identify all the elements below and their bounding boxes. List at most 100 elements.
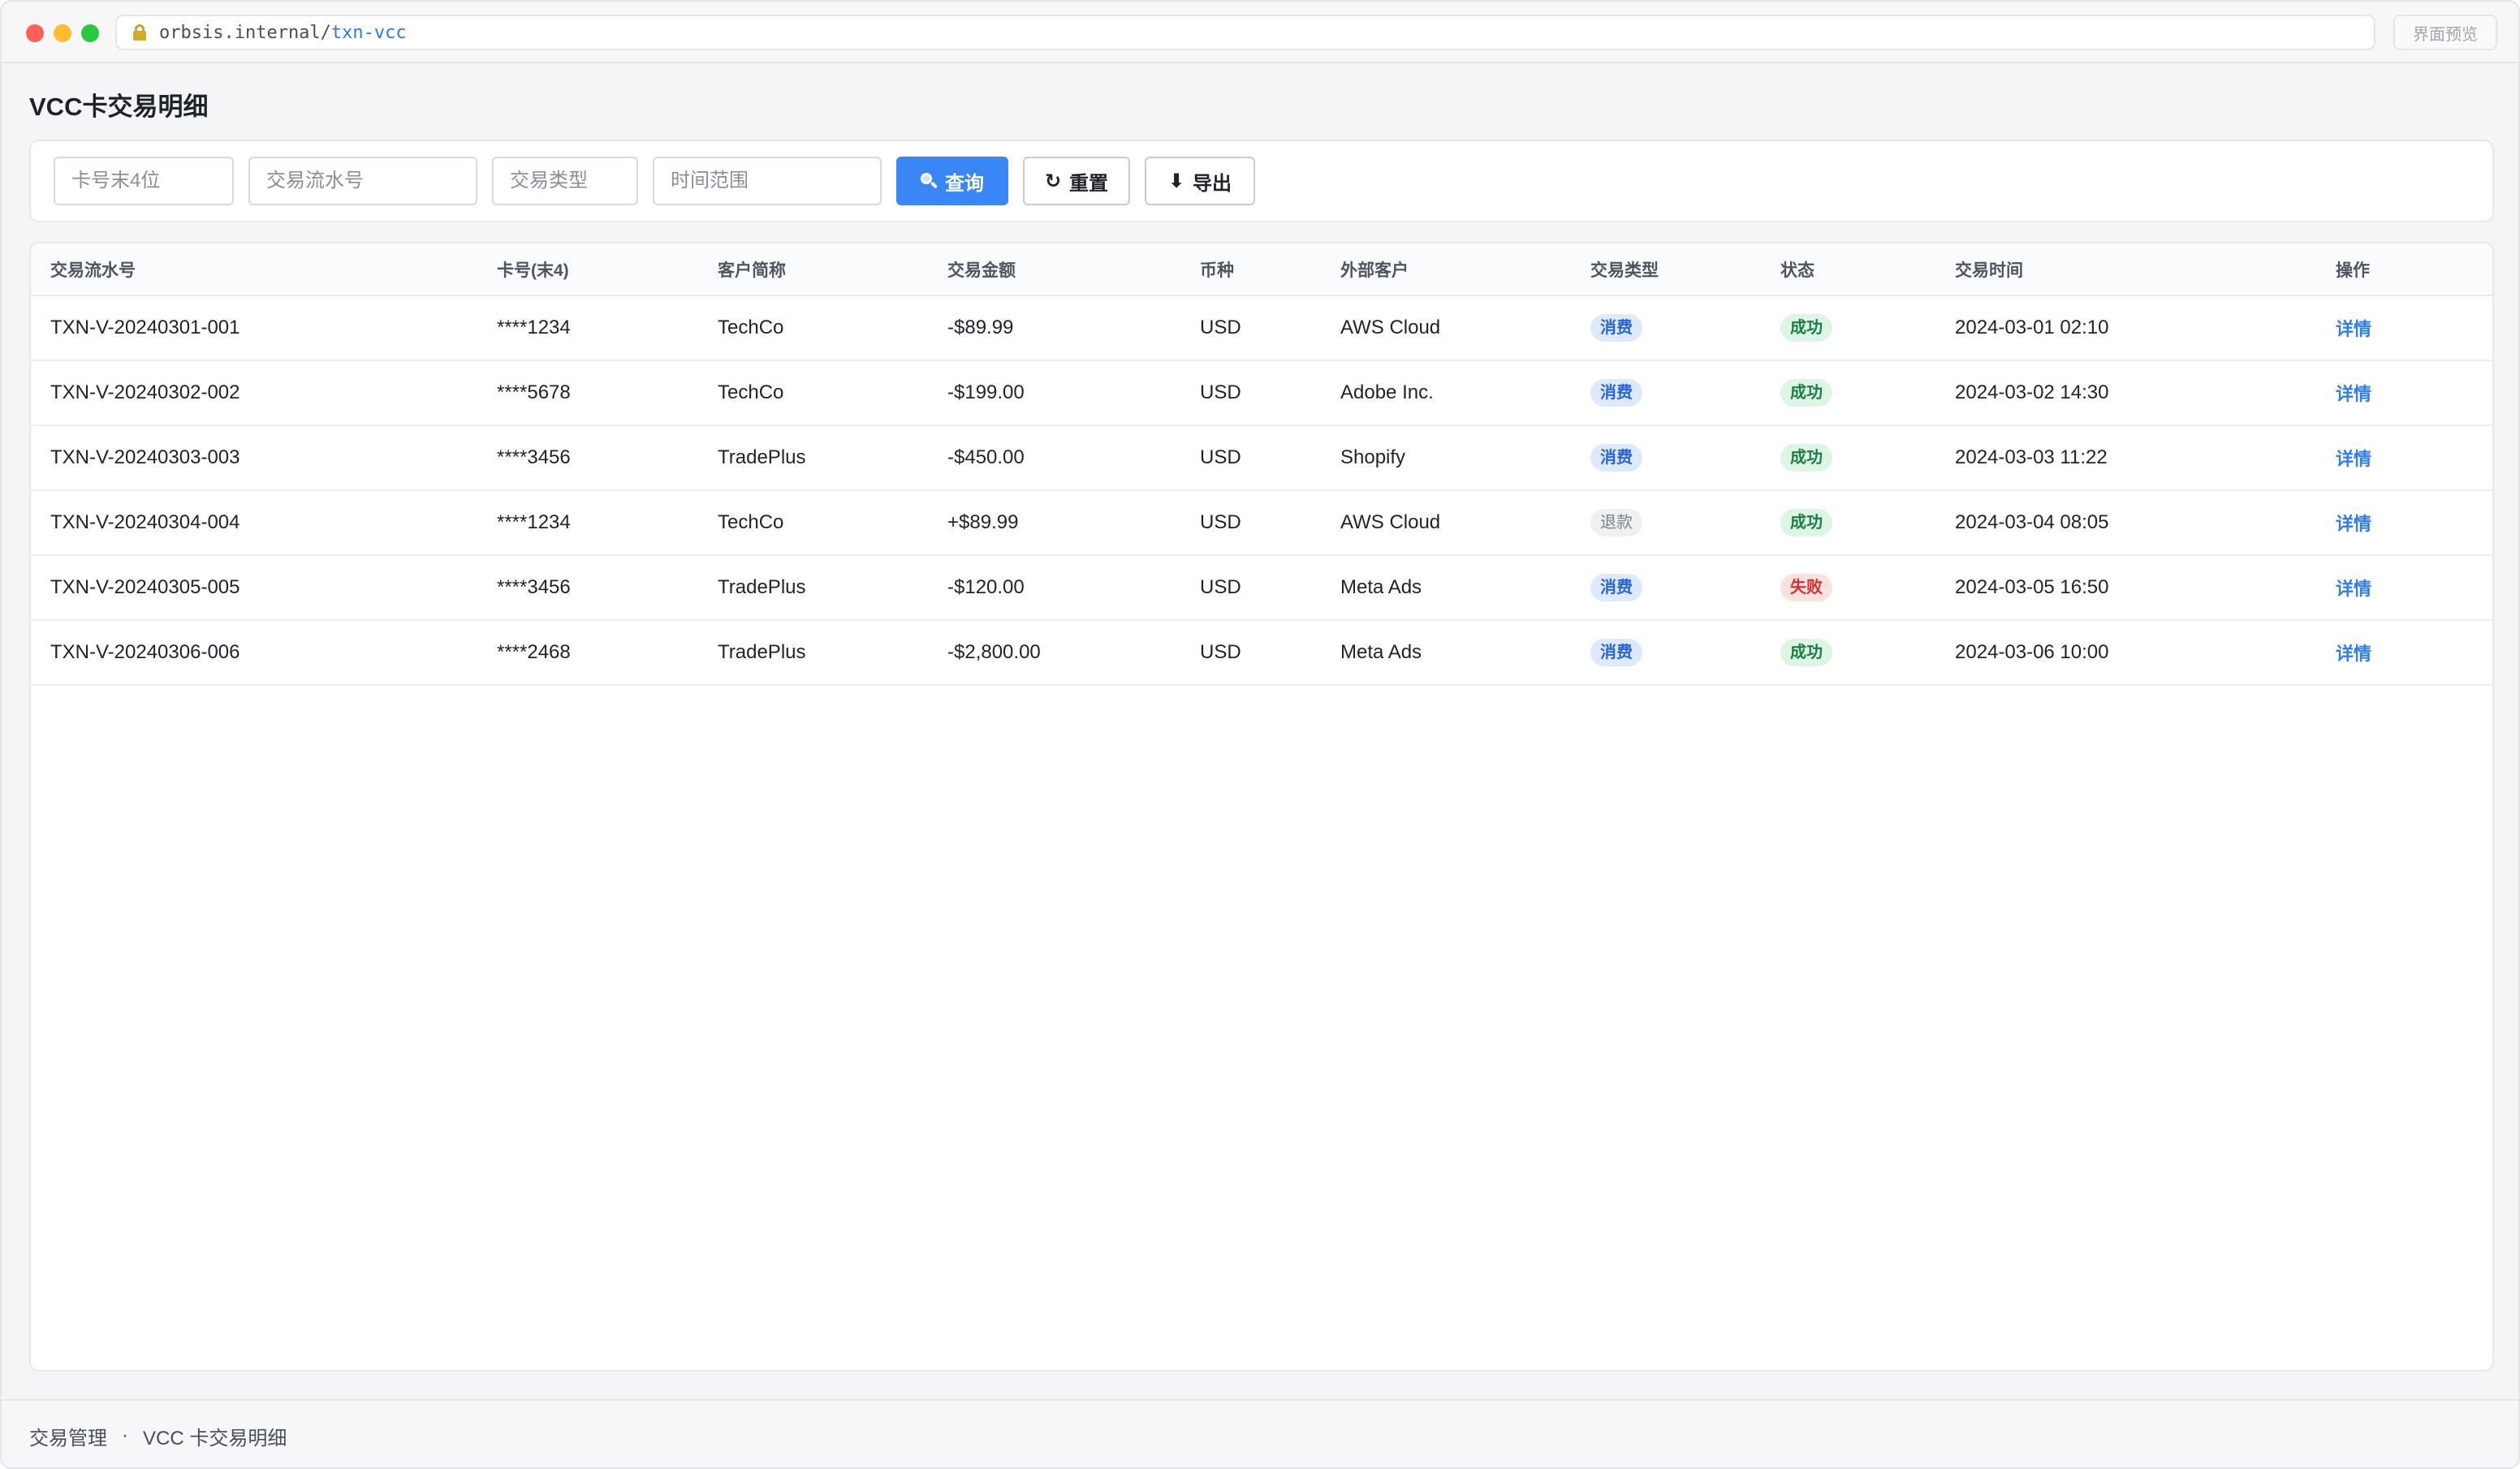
search-button-label: 查询: [945, 172, 984, 195]
cell-status: 成功: [1761, 490, 1935, 556]
cell-action: 详情: [2316, 620, 2492, 686]
refresh-icon: ↻: [1044, 170, 1062, 192]
cell-amount: -$450.00: [928, 425, 1180, 491]
col-header-external[interactable]: 外部客户: [1321, 243, 1571, 296]
col-header-txn-no[interactable]: 交易流水号: [31, 243, 477, 296]
detail-link[interactable]: 详情: [2336, 319, 2371, 339]
cell-card: ****1234: [477, 295, 698, 361]
cell-external: AWS Cloud: [1321, 490, 1571, 556]
cell-customer: TechCo: [698, 295, 928, 361]
minimize-window-button[interactable]: [54, 24, 71, 42]
cell-currency: USD: [1180, 425, 1321, 491]
cell-card: ****5678: [477, 360, 698, 426]
type-badge: 消费: [1590, 379, 1642, 407]
transactions-table-card: 交易流水号 卡号(末4) 客户简称 交易金额 币种 外部客户 交易类型 状态 交…: [29, 242, 2494, 1372]
cell-amount: -$199.00: [928, 360, 1180, 426]
time-range-picker[interactable]: [653, 157, 882, 205]
cell-type: 退款: [1571, 490, 1761, 556]
cell-txn-no: TXN-V-20240305-005: [31, 555, 477, 621]
cell-card: ****1234: [477, 490, 698, 556]
col-header-customer[interactable]: 客户简称: [698, 243, 928, 296]
reset-button[interactable]: ↻ 重置: [1023, 157, 1130, 205]
table-row[interactable]: TXN-V-20240302-002 ****5678 TechCo -$199…: [31, 360, 2492, 426]
status-badge: 成功: [1780, 509, 1832, 536]
transactions-table: 交易流水号 卡号(末4) 客户简称 交易金额 币种 外部客户 交易类型 状态 交…: [31, 243, 2492, 686]
cell-time: 2024-03-03 11:22: [1935, 425, 2316, 491]
table-row[interactable]: TXN-V-20240303-003 ****3456 TradePlus -$…: [31, 425, 2492, 491]
detail-link[interactable]: 详情: [2336, 384, 2371, 404]
page-title: VCC卡交易明细: [29, 93, 209, 121]
cell-external: Adobe Inc.: [1321, 360, 1571, 426]
status-badge: 成功: [1780, 314, 1832, 342]
cell-amount: -$89.99: [928, 295, 1180, 361]
search-button[interactable]: 查询: [896, 157, 1008, 205]
col-header-amount[interactable]: 交易金额: [928, 243, 1180, 296]
cell-customer: TradePlus: [698, 555, 928, 621]
table-row[interactable]: TXN-V-20240306-006 ****2468 TradePlus -$…: [31, 620, 2492, 686]
cell-status: 失败: [1761, 555, 1935, 621]
cell-type: 消费: [1571, 620, 1761, 686]
detail-link[interactable]: 详情: [2336, 449, 2371, 469]
cell-currency: USD: [1180, 295, 1321, 361]
type-badge: 消费: [1590, 639, 1642, 666]
breadcrumb: 交易管理 · VCC 卡交易明细: [2, 1399, 2518, 1467]
filter-bar: 查询 ↻ 重置 ⬇ 导出: [29, 140, 2494, 222]
cell-time: 2024-03-04 08:05: [1935, 490, 2316, 556]
cell-txn-no: TXN-V-20240302-002: [31, 360, 477, 426]
breadcrumb-current: VCC 卡交易明细: [143, 1427, 287, 1450]
col-header-time[interactable]: 交易时间: [1935, 243, 2316, 296]
download-icon: ⬇: [1167, 170, 1185, 192]
detail-link[interactable]: 详情: [2336, 579, 2371, 599]
cell-action: 详情: [2316, 555, 2492, 621]
col-header-action: 操作: [2316, 243, 2492, 296]
table-row[interactable]: TXN-V-20240305-005 ****3456 TradePlus -$…: [31, 555, 2492, 621]
cell-status: 成功: [1761, 360, 1935, 426]
cell-action: 详情: [2316, 360, 2492, 426]
cell-type: 消费: [1571, 555, 1761, 621]
table-row[interactable]: TXN-V-20240304-004 ****1234 TechCo +$89.…: [31, 490, 2492, 556]
cell-amount: -$2,800.00: [928, 620, 1180, 686]
cell-card: ****3456: [477, 425, 698, 491]
cell-txn-no: TXN-V-20240303-003: [31, 425, 477, 491]
cell-currency: USD: [1180, 360, 1321, 426]
export-button[interactable]: ⬇ 导出: [1145, 157, 1255, 205]
browser-window: orbsis.internal/txn-vcc 界面预览 VCC卡交易明细 查询…: [0, 0, 2520, 1469]
detail-link[interactable]: 详情: [2336, 644, 2371, 664]
cell-action: 详情: [2316, 295, 2492, 361]
table-row[interactable]: TXN-V-20240301-001 ****1234 TechCo -$89.…: [31, 295, 2492, 361]
reset-button-label: 重置: [1069, 172, 1109, 195]
col-header-currency[interactable]: 币种: [1180, 243, 1321, 296]
txn-type-select[interactable]: [492, 157, 638, 205]
url-path: txn-vcc: [330, 22, 407, 43]
col-header-type[interactable]: 交易类型: [1571, 243, 1761, 296]
cell-type: 消费: [1571, 295, 1761, 361]
address-bar[interactable]: orbsis.internal/txn-vcc: [115, 15, 2375, 50]
cell-amount: +$89.99: [928, 490, 1180, 556]
txn-no-input[interactable]: [248, 157, 477, 205]
breadcrumb-parent[interactable]: 交易管理: [29, 1422, 107, 1450]
cell-external: Shopify: [1321, 425, 1571, 491]
table-body: TXN-V-20240301-001 ****1234 TechCo -$89.…: [31, 295, 2492, 686]
cell-time: 2024-03-02 14:30: [1935, 360, 2316, 426]
cell-time: 2024-03-05 16:50: [1935, 555, 2316, 621]
col-header-card[interactable]: 卡号(末4): [477, 243, 698, 296]
cell-card: ****2468: [477, 620, 698, 686]
cell-currency: USD: [1180, 555, 1321, 621]
cell-action: 详情: [2316, 490, 2492, 556]
cell-time: 2024-03-01 02:10: [1935, 295, 2316, 361]
col-header-status[interactable]: 状态: [1761, 243, 1935, 296]
status-badge: 成功: [1780, 639, 1832, 666]
maximize-window-button[interactable]: [81, 24, 99, 42]
preview-button[interactable]: 界面预览: [2393, 15, 2497, 50]
cell-txn-no: TXN-V-20240301-001: [31, 295, 477, 361]
status-badge: 成功: [1780, 379, 1832, 407]
detail-link[interactable]: 详情: [2336, 514, 2371, 534]
cell-customer: TradePlus: [698, 620, 928, 686]
cell-external: Meta Ads: [1321, 555, 1571, 621]
cell-time: 2024-03-06 10:00: [1935, 620, 2316, 686]
type-badge: 消费: [1590, 314, 1642, 342]
card-last4-input[interactable]: [54, 157, 234, 205]
title-bar: orbsis.internal/txn-vcc 界面预览: [2, 2, 2518, 63]
close-window-button[interactable]: [26, 24, 44, 42]
url-host: orbsis.internal/: [159, 22, 331, 43]
